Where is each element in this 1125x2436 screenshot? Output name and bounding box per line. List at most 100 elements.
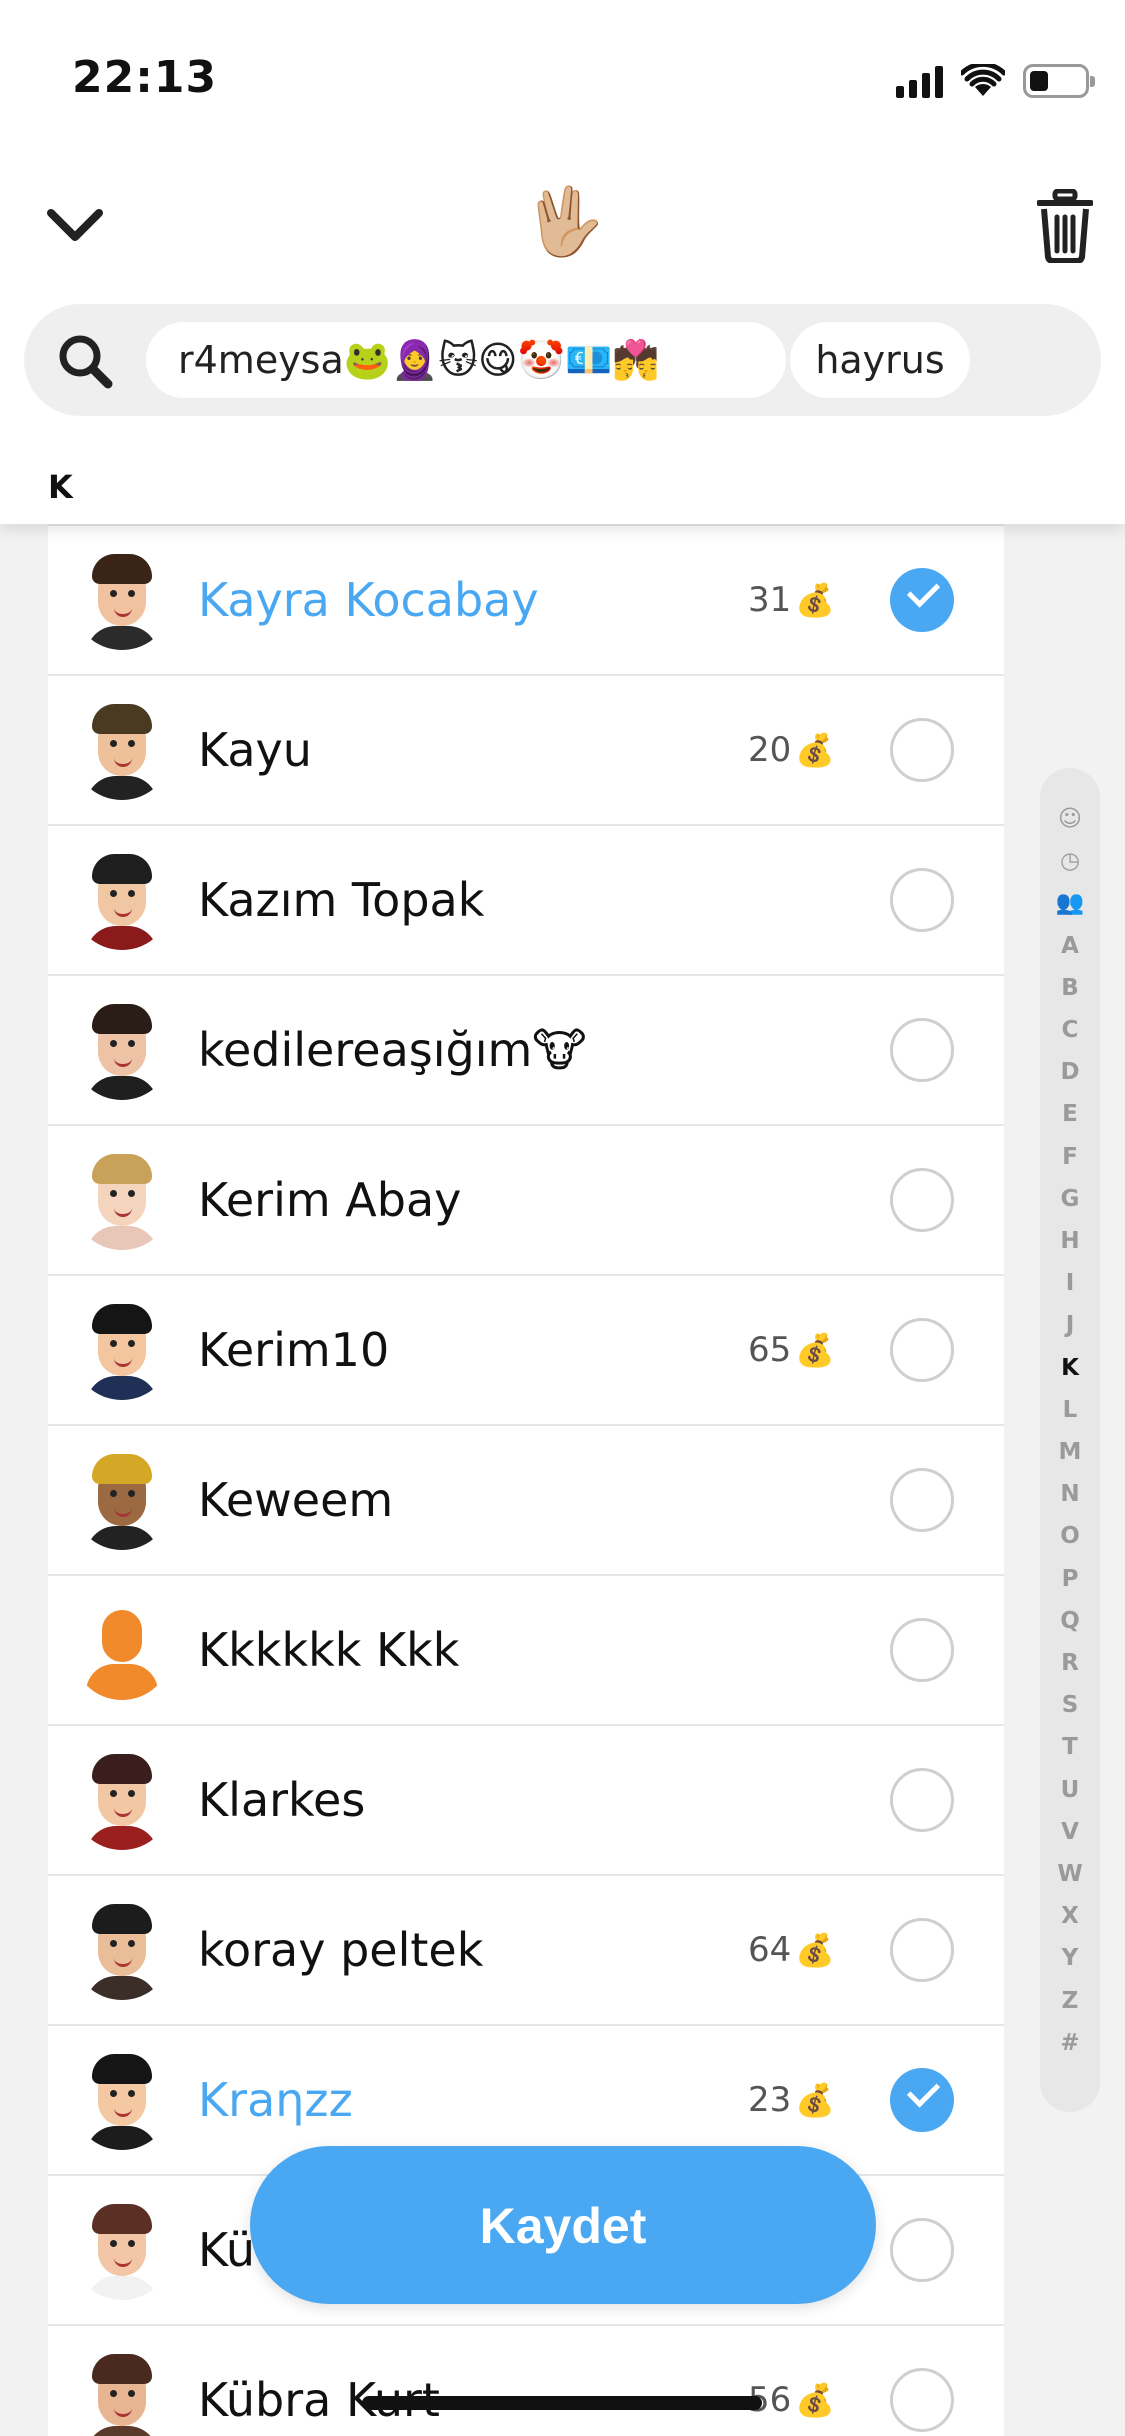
money-bag-icon: 💰 xyxy=(795,1331,836,1369)
friend-row[interactable]: Kayra Kocabay 31 💰 xyxy=(48,526,1004,674)
index-letter[interactable]: C xyxy=(1040,1015,1100,1045)
index-letter[interactable]: O xyxy=(1040,1521,1100,1551)
bitmoji-avatar xyxy=(72,1750,172,1850)
unselected-checkbox[interactable] xyxy=(890,2218,954,2282)
friend-row[interactable]: koray peltek 64 💰 xyxy=(48,1876,1004,2024)
index-letter[interactable]: ☺ xyxy=(1040,804,1100,834)
unselected-checkbox[interactable] xyxy=(890,868,954,932)
unselected-checkbox[interactable] xyxy=(890,1918,954,1982)
bitmoji-avatar xyxy=(72,850,172,950)
friend-name: Kü xyxy=(198,2223,256,2277)
wave-emoji: 🖖🏼 xyxy=(522,183,606,260)
selected-checkbox[interactable] xyxy=(890,2068,954,2132)
friend-name: Kazım Topak xyxy=(198,873,485,927)
friend-row[interactable]: Keweem xyxy=(48,1426,1004,1574)
index-letter[interactable]: 👥 xyxy=(1040,888,1100,918)
snapstreak-score: 20 💰 xyxy=(748,730,836,770)
unselected-checkbox[interactable] xyxy=(890,1618,954,1682)
index-letter[interactable]: K xyxy=(1040,1353,1100,1383)
index-letter[interactable]: S xyxy=(1040,1690,1100,1720)
money-bag-icon: 💰 xyxy=(795,1931,836,1969)
friend-name: Klarkes xyxy=(198,1773,366,1827)
index-letter[interactable]: T xyxy=(1040,1732,1100,1762)
friend-row[interactable]: Kkkkkk Kkk xyxy=(48,1576,1004,1724)
index-letter[interactable]: H xyxy=(1040,1226,1100,1256)
index-letter[interactable]: D xyxy=(1040,1057,1100,1087)
bitmoji-avatar xyxy=(72,700,172,800)
unselected-checkbox[interactable] xyxy=(890,718,954,782)
index-letter[interactable]: # xyxy=(1040,2028,1100,2058)
unselected-checkbox[interactable] xyxy=(890,1018,954,1082)
friend-name: Kayu xyxy=(198,723,312,777)
index-letter[interactable]: U xyxy=(1040,1775,1100,1805)
snapstreak-score: 64 💰 xyxy=(748,1930,836,1970)
index-letter[interactable]: W xyxy=(1040,1859,1100,1889)
index-letter[interactable]: I xyxy=(1040,1268,1100,1298)
battery-icon xyxy=(1023,64,1095,98)
bitmoji-avatar xyxy=(72,550,172,650)
search-icon xyxy=(59,335,113,389)
bitmoji-avatar xyxy=(72,1600,172,1700)
recipient-chip[interactable]: r4meysa🐸🧕😽😋🤡💶💏 xyxy=(146,322,786,398)
index-letter[interactable]: Z xyxy=(1040,1986,1100,2016)
unselected-checkbox[interactable] xyxy=(890,1318,954,1382)
index-letter[interactable]: J xyxy=(1040,1310,1100,1340)
bitmoji-avatar xyxy=(72,1000,172,1100)
bitmoji-avatar xyxy=(72,2050,172,2150)
unselected-checkbox[interactable] xyxy=(890,1768,954,1832)
index-letter[interactable]: X xyxy=(1040,1901,1100,1931)
friend-row[interactable]: Kayu 20 💰 xyxy=(48,676,1004,824)
selected-checkbox[interactable] xyxy=(890,568,954,632)
friend-row[interactable]: Kerim Abay xyxy=(48,1126,1004,1274)
trash-icon[interactable] xyxy=(1030,186,1100,266)
index-letter[interactable]: G xyxy=(1040,1184,1100,1214)
chevron-down-icon[interactable] xyxy=(40,190,110,260)
money-bag-icon: 💰 xyxy=(795,2381,836,2419)
friend-row[interactable]: Klarkes xyxy=(48,1726,1004,1874)
friend-row[interactable]: Kazım Topak xyxy=(48,826,1004,974)
friend-row[interactable]: Kerim10 65 💰 xyxy=(48,1276,1004,1424)
index-letter[interactable]: ◷ xyxy=(1040,846,1100,876)
money-bag-icon: 💰 xyxy=(795,731,836,769)
friend-name: Kkkkkk Kkk xyxy=(198,1623,460,1677)
money-bag-icon: 💰 xyxy=(795,2081,836,2119)
index-letter[interactable]: M xyxy=(1040,1437,1100,1467)
friend-row[interactable]: kedilereaşığım🐮 xyxy=(48,976,1004,1124)
index-letter[interactable]: F xyxy=(1040,1142,1100,1172)
friend-name: Keweem xyxy=(198,1473,394,1527)
index-letter[interactable]: Q xyxy=(1040,1606,1100,1636)
index-letter[interactable]: L xyxy=(1040,1395,1100,1425)
status-icons xyxy=(896,58,1095,104)
bitmoji-avatar xyxy=(72,1150,172,1250)
alphabet-index[interactable]: ☺ ◷ 👥 A B C D E F G H I J K L M N O P Q R S T U V W X Y Z # xyxy=(1040,768,1100,2112)
unselected-checkbox[interactable] xyxy=(890,1168,954,1232)
friend-name: Kerim Abay xyxy=(198,1173,462,1227)
index-letter[interactable]: E xyxy=(1040,1099,1100,1129)
unselected-checkbox[interactable] xyxy=(890,2368,954,2432)
index-letter[interactable]: A xyxy=(1040,931,1100,961)
top-header: 22:13 🖖🏼 r4meysa🐸🧕😽😋🤡💶💏 hayrus K xyxy=(0,0,1125,524)
index-letter[interactable]: N xyxy=(1040,1479,1100,1509)
snapstreak-score: 31 💰 xyxy=(748,580,836,620)
bitmoji-avatar xyxy=(72,2350,172,2436)
index-letter[interactable]: B xyxy=(1040,973,1100,1003)
snapstreak-score: 23 💰 xyxy=(748,2080,836,2120)
save-button[interactable]: Kaydet xyxy=(250,2146,876,2304)
money-bag-icon: 💰 xyxy=(795,581,836,619)
section-header: K xyxy=(48,468,73,506)
snapstreak-score: 65 💰 xyxy=(748,1330,836,1370)
index-letter[interactable]: P xyxy=(1040,1564,1100,1594)
friend-name: koray peltek xyxy=(198,1923,484,1977)
index-letter[interactable]: R xyxy=(1040,1648,1100,1678)
index-letter[interactable]: Y xyxy=(1040,1943,1100,1973)
friend-row[interactable]: Kübra Kurt 56 💰 xyxy=(48,2326,1004,2436)
home-indicator xyxy=(362,2396,762,2410)
friend-name: Kraηzz xyxy=(198,2073,353,2127)
unselected-checkbox[interactable] xyxy=(890,1468,954,1532)
friend-name: Kerim10 xyxy=(198,1323,390,1377)
recipient-chip[interactable]: hayrus xyxy=(790,322,970,398)
index-letter[interactable]: V xyxy=(1040,1817,1100,1847)
search-bar[interactable]: r4meysa🐸🧕😽😋🤡💶💏 hayrus xyxy=(24,304,1101,416)
friend-name: Kayra Kocabay xyxy=(198,573,539,627)
wifi-icon xyxy=(961,64,1005,96)
